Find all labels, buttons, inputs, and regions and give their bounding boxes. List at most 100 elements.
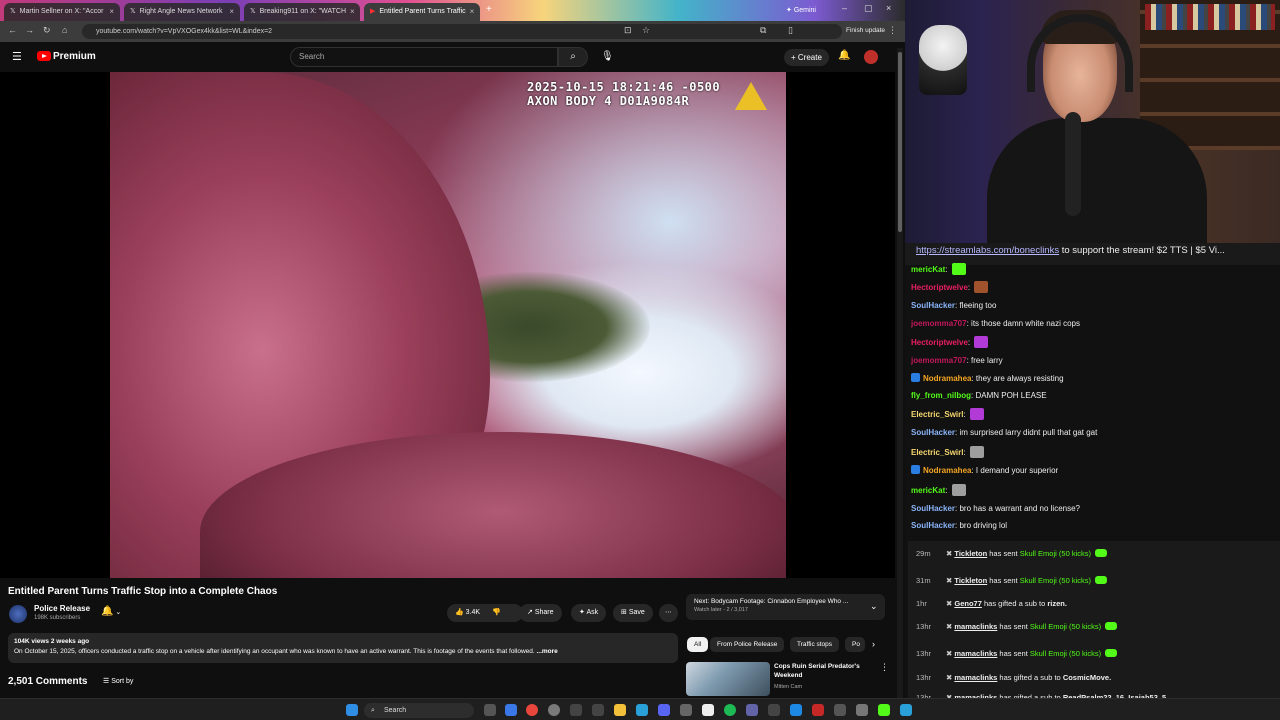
edge-icon[interactable] bbox=[505, 704, 517, 716]
maximize-icon[interactable]: ▢ bbox=[864, 3, 873, 14]
more-actions-button[interactable]: ⋯ bbox=[659, 604, 678, 622]
browser-tab[interactable]: 𝕏 Breaking911 on X: "WATCH × bbox=[244, 3, 360, 21]
back-icon[interactable]: ← bbox=[8, 25, 17, 35]
save-button[interactable]: ⊞ Save bbox=[613, 604, 653, 622]
forward-icon[interactable]: → bbox=[25, 25, 34, 35]
chat-username[interactable]: SoulHacker bbox=[911, 504, 955, 513]
channel-avatar[interactable] bbox=[9, 605, 27, 623]
telegram-icon[interactable] bbox=[636, 704, 648, 716]
search-button[interactable]: ⌕ bbox=[558, 47, 588, 67]
scrollbar-thumb[interactable] bbox=[898, 52, 902, 232]
app-icon[interactable] bbox=[790, 704, 802, 716]
obs-icon[interactable] bbox=[548, 704, 560, 716]
gemini-button[interactable]: ✦ Gemini bbox=[786, 6, 816, 14]
task-view-icon[interactable] bbox=[484, 704, 496, 716]
file-explorer-icon[interactable] bbox=[614, 704, 626, 716]
ask-button[interactable]: ✦ Ask bbox=[571, 604, 607, 622]
app-icon[interactable] bbox=[834, 704, 846, 716]
voice-search-mic-icon[interactable]: 🎙 bbox=[601, 51, 614, 62]
chat-username[interactable]: SoulHacker bbox=[911, 428, 955, 437]
event-user[interactable]: mamaclinks bbox=[954, 622, 997, 631]
browser-tab-active[interactable]: ▶ Entitled Parent Turns Traffic × bbox=[364, 3, 480, 21]
search-input[interactable]: Search bbox=[290, 47, 558, 67]
chrome-icon[interactable] bbox=[526, 704, 538, 716]
app-icon[interactable] bbox=[900, 704, 912, 716]
app-icon[interactable] bbox=[680, 704, 692, 716]
video-frame[interactable]: 2025-10-15 18:21:46 -0500 AXON BODY 4 D0… bbox=[110, 72, 786, 578]
chat-username[interactable]: Nodramahea bbox=[923, 374, 971, 383]
more-vertical-icon[interactable]: ⋮ bbox=[880, 662, 889, 673]
spotify-icon[interactable] bbox=[724, 704, 736, 716]
share-button[interactable]: ↗ Share bbox=[519, 604, 562, 622]
dislike-button[interactable]: 👎 bbox=[492, 609, 501, 616]
hamburger-menu-icon[interactable]: ☰ bbox=[12, 50, 22, 63]
chat-username[interactable]: fly_from_nilbog bbox=[911, 391, 971, 400]
windows-start-icon[interactable] bbox=[346, 704, 358, 716]
app-icon[interactable] bbox=[702, 704, 714, 716]
chat-username[interactable]: Hectoriptwelve bbox=[911, 283, 968, 292]
description-more-link[interactable]: ...more bbox=[536, 648, 557, 655]
recommended-title[interactable]: Cops Ruin Serial Predator's Weekend bbox=[774, 662, 874, 680]
browser-tab[interactable]: 𝕏 Right Angle News Network × bbox=[124, 3, 240, 21]
sidebar-icon[interactable]: ▯ bbox=[788, 25, 793, 36]
app-icon[interactable] bbox=[812, 704, 824, 716]
recommended-thumbnail[interactable] bbox=[686, 662, 770, 696]
kick-icon[interactable] bbox=[878, 704, 890, 716]
bookmark-star-icon[interactable]: ☆ bbox=[642, 25, 650, 36]
event-user[interactable]: mamaclinks bbox=[954, 649, 997, 658]
video-player[interactable]: 2025-10-15 18:21:46 -0500 AXON BODY 4 D0… bbox=[0, 72, 895, 578]
description-box[interactable]: 104K views 2 weeks ago On October 15, 20… bbox=[8, 633, 678, 663]
new-tab-icon[interactable]: + bbox=[486, 4, 492, 15]
close-icon[interactable]: × bbox=[350, 3, 355, 21]
close-icon[interactable]: × bbox=[470, 3, 475, 21]
donation-link[interactable]: https://streamlabs.com/boneclinks bbox=[916, 245, 1059, 256]
playlist-next-card[interactable]: Next: Bodycam Footage: Cinnabon Employee… bbox=[686, 594, 885, 620]
chevron-right-icon[interactable]: › bbox=[872, 639, 875, 649]
chevron-down-icon[interactable]: ⌄ bbox=[870, 601, 878, 612]
app-icon[interactable] bbox=[768, 704, 780, 716]
browser-tab[interactable]: 𝕏 Martin Sellner on X: "Accor × bbox=[4, 3, 120, 21]
app-icon[interactable] bbox=[746, 704, 758, 716]
chat-username[interactable]: Electric_Swirl bbox=[911, 448, 963, 457]
browser-menu-icon[interactable]: ⋮ bbox=[888, 25, 897, 36]
like-button[interactable]: 👍 3.4K bbox=[455, 609, 480, 616]
chat-username[interactable]: Nodramahea bbox=[923, 466, 971, 475]
event-user[interactable]: Tickleton bbox=[954, 549, 987, 558]
minimize-icon[interactable]: – bbox=[842, 3, 847, 13]
page-scrollbar[interactable] bbox=[897, 48, 903, 698]
chip-all[interactable]: All bbox=[687, 637, 709, 652]
event-user[interactable]: Tickleton bbox=[954, 576, 987, 585]
discord-icon[interactable] bbox=[658, 704, 670, 716]
chip-traffic-stops[interactable]: Traffic stops bbox=[790, 637, 840, 652]
install-app-icon[interactable]: ⊡ bbox=[624, 25, 632, 36]
url-field[interactable]: youtube.com/watch?v=VpVXOGex4kk&list=WL&… bbox=[82, 24, 842, 39]
finish-update-button[interactable]: Finish update bbox=[846, 27, 885, 34]
chat-username[interactable]: SoulHacker bbox=[911, 521, 955, 530]
app-icon[interactable] bbox=[592, 704, 604, 716]
reload-icon[interactable]: ↻ bbox=[43, 25, 51, 36]
taskbar-search[interactable]: ⌕ Search bbox=[364, 703, 474, 718]
subscribe-bell-button[interactable]: 🔔 ⌄ bbox=[101, 606, 121, 617]
event-user[interactable]: mamaclinks bbox=[954, 673, 997, 682]
window-close-icon[interactable]: × bbox=[886, 3, 891, 13]
chip-from-channel[interactable]: From Police Release bbox=[710, 637, 785, 652]
chat-username[interactable]: SoulHacker bbox=[911, 301, 955, 310]
chat-username[interactable]: Hectoriptwelve bbox=[911, 338, 968, 347]
avatar[interactable] bbox=[864, 50, 878, 64]
channel-name[interactable]: Police Release bbox=[34, 604, 90, 613]
chat-username[interactable]: mericKat bbox=[911, 265, 945, 274]
notifications-bell-icon[interactable]: 🔔 bbox=[838, 50, 850, 61]
youtube-logo-icon[interactable] bbox=[37, 51, 51, 61]
sort-by-button[interactable]: ☰ Sort by bbox=[103, 677, 133, 685]
chat-username[interactable]: joemomma707 bbox=[911, 356, 967, 365]
app-icon[interactable] bbox=[570, 704, 582, 716]
chat-username[interactable]: Electric_Swirl bbox=[911, 410, 963, 419]
create-button[interactable]: + Create bbox=[784, 49, 829, 66]
close-icon[interactable]: × bbox=[229, 3, 234, 21]
home-icon[interactable]: ⌂ bbox=[62, 25, 67, 35]
close-icon[interactable]: × bbox=[109, 3, 114, 21]
event-user[interactable]: Geno77 bbox=[954, 599, 982, 608]
app-icon[interactable] bbox=[856, 704, 868, 716]
chat-username[interactable]: joemomma707 bbox=[911, 319, 967, 328]
recommended-channel[interactable]: Mitten Cam bbox=[774, 684, 802, 690]
